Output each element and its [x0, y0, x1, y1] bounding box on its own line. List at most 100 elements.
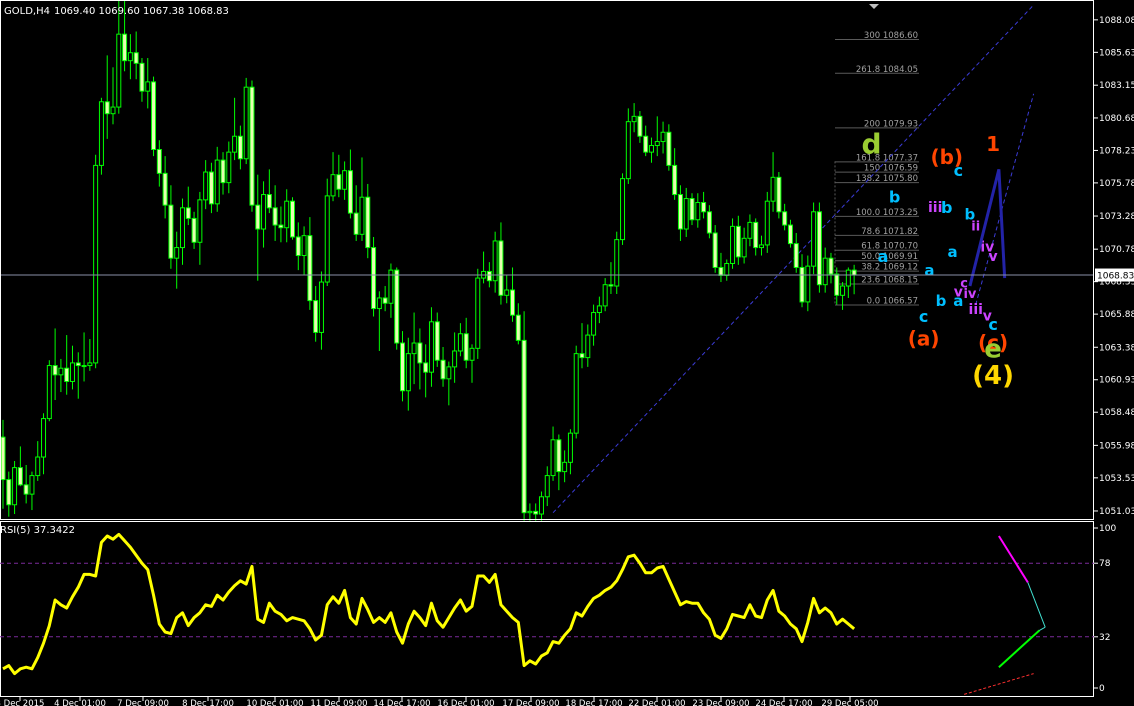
candle-body [313, 300, 319, 333]
wave-label: e [984, 335, 1002, 365]
candle-body [764, 200, 770, 246]
candle-body [596, 305, 602, 314]
candle-body [371, 247, 377, 310]
chart-ohlc-readout: 1069.40 1069.60 1067.38 1068.83 [54, 6, 229, 17]
price-axis-label: 1073.28 [1099, 212, 1134, 222]
candle-body [527, 510, 533, 514]
candle-body [156, 148, 162, 174]
price-axis-label: 1058.48 [1099, 408, 1134, 418]
candle-body [116, 33, 122, 108]
time-axis-label: 17 Dec 09:00 [502, 699, 559, 706]
candle-body [226, 151, 232, 184]
price-axis-label: 1065.88 [1099, 310, 1134, 320]
candle-body [52, 365, 58, 376]
price-axis-label: 1085.63 [1099, 48, 1134, 58]
wave-label: c [919, 307, 928, 326]
candle-body [290, 200, 295, 238]
candle-body [93, 164, 99, 364]
price-axis-label: 1051.03 [1099, 507, 1134, 517]
candle-body [197, 199, 203, 243]
wave-label: c [960, 276, 968, 291]
candle-body [278, 224, 284, 229]
time-axis-label: 24 Dec 17:00 [755, 699, 812, 706]
candle-body [272, 207, 278, 226]
time-axis-label: 23 Dec 09:00 [692, 699, 749, 706]
candle-body [255, 204, 261, 230]
price-axis-label: 1080.68 [1099, 114, 1134, 124]
candle-body [730, 225, 736, 264]
candle-body [753, 221, 759, 249]
candle-body [515, 314, 521, 341]
candle-body [631, 115, 637, 123]
candle-body [787, 224, 793, 245]
time-axis-label: 4 Dec 01:00 [54, 699, 106, 706]
candle-body [417, 342, 423, 364]
time-axis: 3 Dec 2015 4 Dec 01:00 7 Dec 09:00 8 Dec 17… [0, 697, 879, 706]
candle-body [284, 200, 290, 229]
candle-body [104, 101, 110, 115]
rsi-axis-label: 32 [1099, 633, 1110, 643]
candle-body [12, 467, 18, 506]
candle-body [122, 33, 128, 62]
fib-level-label: 138.2 1075.80 [856, 174, 918, 184]
wave-label: (4) [972, 361, 1014, 391]
candle-body [625, 121, 631, 180]
candle-body [0, 436, 6, 481]
wave-label: a [924, 261, 934, 279]
candle-body [162, 172, 168, 206]
fib-level-label: 0.0 1066.57 [867, 296, 918, 306]
candle-body [648, 145, 654, 153]
fib-level-label: 38.2 1069.12 [861, 263, 918, 273]
candle-body [434, 321, 440, 361]
time-axis-label: 18 Dec 17:00 [565, 699, 622, 706]
candle-body [776, 176, 782, 213]
candle-body [567, 432, 573, 463]
candle-body [770, 176, 776, 202]
candle-body [6, 479, 12, 506]
candle-body [701, 202, 707, 213]
candle-body [706, 211, 712, 234]
price-chart[interactable]: 300 1086.60261.8 1084.05200 1079.93161.8… [0, 0, 1134, 706]
current-price-tag: 1068.83 [1095, 268, 1134, 282]
candle-body [318, 281, 324, 333]
wave-label: d [861, 127, 881, 160]
candle-body [151, 81, 157, 150]
candle-body [110, 106, 116, 115]
candle-body [643, 135, 649, 153]
candle-body [75, 362, 81, 367]
candle-body [191, 217, 197, 243]
candle-body [735, 225, 741, 258]
candle-body [463, 333, 469, 361]
candle-body [712, 232, 718, 268]
candle-body [243, 86, 249, 160]
wave-label: b [889, 188, 900, 207]
candle-body [562, 461, 568, 473]
fib-level-label: 61.8 1070.70 [861, 242, 918, 252]
candle-body [347, 170, 353, 214]
fib-level-label: 23.6 1068.15 [861, 276, 918, 286]
time-axis-label: 11 Dec 09:00 [310, 699, 367, 706]
candle-body [330, 174, 336, 197]
candle-body [469, 347, 475, 361]
candle-body [498, 240, 504, 296]
candle-body [828, 257, 834, 275]
candle-body [533, 510, 539, 515]
time-axis-label: 7 Dec 09:00 [117, 699, 169, 706]
candle-body [683, 198, 689, 230]
candle-body [845, 269, 851, 287]
candle-body [41, 418, 47, 458]
wave-label: c [954, 161, 963, 180]
candle-body [452, 350, 458, 368]
candle-body [87, 362, 93, 367]
candle-body [666, 131, 672, 166]
candle-body [475, 277, 481, 349]
wave-label: ii [971, 219, 980, 234]
chart-background [0, 0, 1134, 706]
candle-body [741, 237, 747, 258]
candle-body [556, 439, 562, 473]
candle-body [58, 367, 64, 376]
candle-body [660, 131, 666, 143]
candle-body [203, 171, 209, 201]
candle-body [677, 194, 683, 230]
price-axis-label: 1075.78 [1099, 179, 1134, 189]
